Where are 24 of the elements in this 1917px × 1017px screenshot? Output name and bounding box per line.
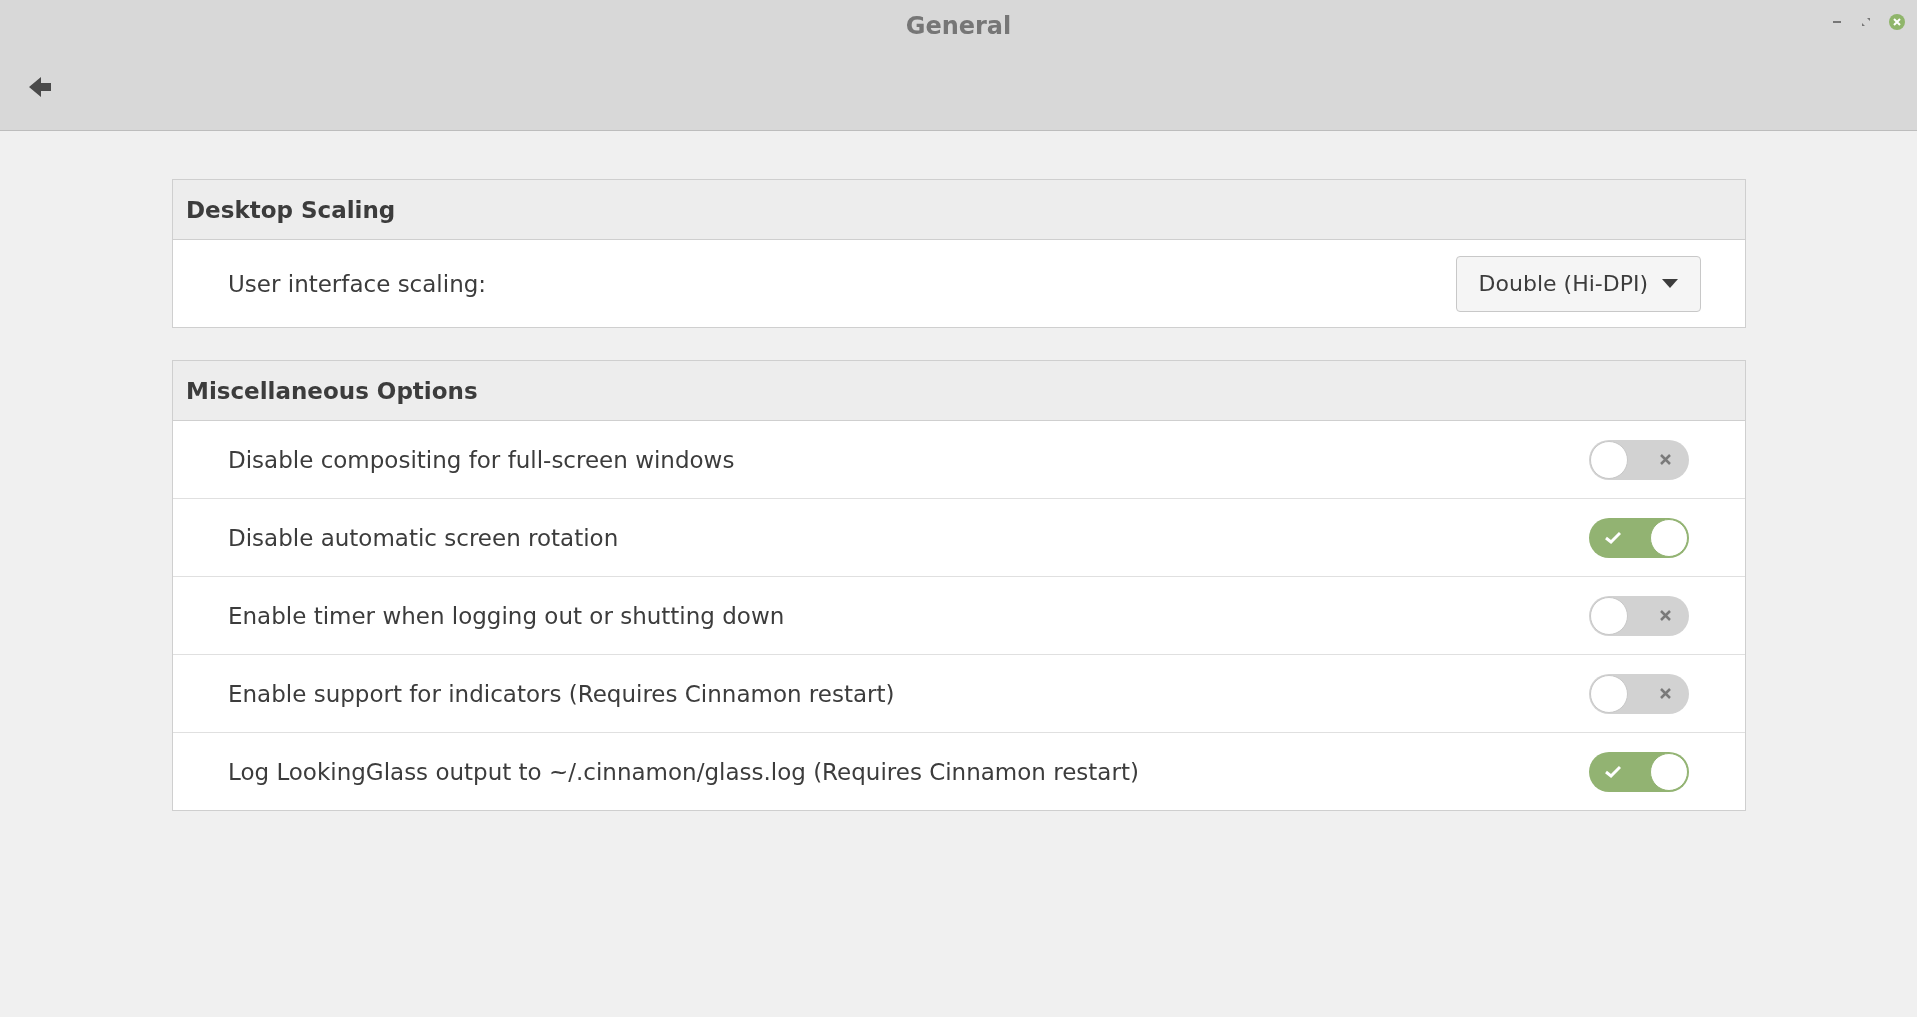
window-title: General [905, 12, 1012, 40]
check-icon [1605, 764, 1621, 778]
section-title: Desktop Scaling [173, 180, 1745, 240]
setting-label: Disable automatic screen rotation [228, 524, 619, 551]
toggle-switch[interactable] [1589, 439, 1689, 480]
close-icon[interactable] [1889, 14, 1905, 30]
setting-label: Log LookingGlass output to ~/.cinnamon/glass.log (Requires Cinnamon restart) [228, 758, 1139, 785]
setting-label: Enable timer when logging out or shutting down [228, 602, 785, 629]
scaling-dropdown[interactable]: Double (Hi-DPI) [1455, 255, 1701, 312]
toggle-switch[interactable] [1589, 751, 1689, 792]
setting-label: User interface scaling: [228, 270, 487, 297]
section-title: Miscellaneous Options [173, 361, 1745, 421]
restore-icon[interactable] [1861, 17, 1871, 27]
minimize-icon[interactable] [1833, 20, 1843, 24]
setting-label: Enable support for indicators (Requires Cinnamon restart) [228, 680, 895, 707]
toggle-switch[interactable] [1589, 517, 1689, 558]
cross-icon [1659, 608, 1672, 622]
caret-icon [1662, 279, 1678, 288]
cross-icon [1659, 452, 1672, 466]
toggle-switch[interactable] [1589, 595, 1689, 636]
check-icon [1605, 530, 1621, 544]
toggle-switch[interactable] [1589, 673, 1689, 714]
setting-label: Disable compositing for full-screen windows [228, 446, 735, 473]
cross-icon [1659, 686, 1672, 700]
